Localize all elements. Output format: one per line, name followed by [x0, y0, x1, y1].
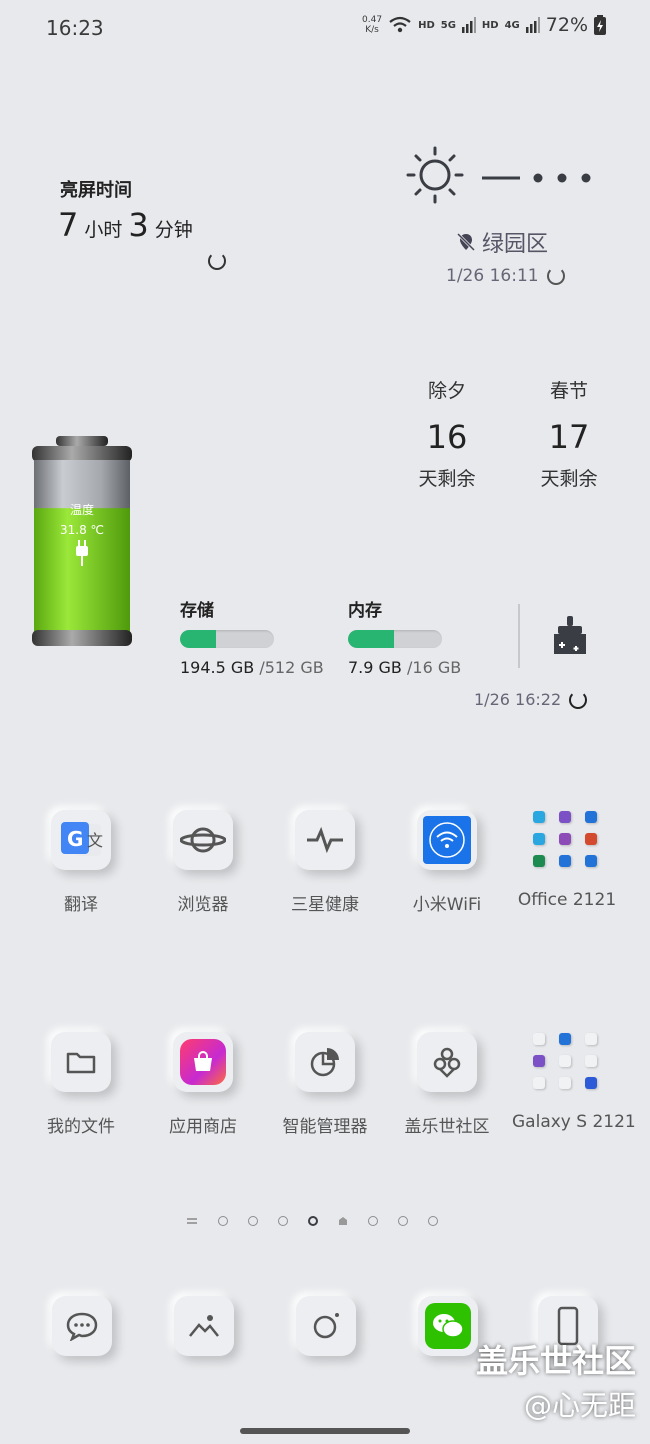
- page-dot[interactable]: [248, 1216, 258, 1226]
- storage-title: 存储: [180, 601, 214, 621]
- app-mi-wifi[interactable]: 小米WiFi: [392, 810, 502, 915]
- translate-icon: G文: [51, 810, 111, 870]
- status-time: 16:23: [46, 16, 104, 40]
- countdown-days-2: 17: [548, 418, 590, 456]
- wifi-icon: [417, 810, 477, 870]
- hd-badge: HD: [418, 19, 435, 31]
- signal-5g-icon: 5G: [440, 19, 456, 31]
- cleaner-broom-icon[interactable]: [552, 616, 588, 656]
- sun-icon: [406, 146, 464, 204]
- weather-updated: 1/26 16:11: [446, 266, 565, 286]
- page-indicator[interactable]: [186, 1216, 438, 1226]
- app-samsung-health[interactable]: 三星健康: [270, 810, 380, 915]
- folder-office[interactable]: Office 2121: [512, 800, 622, 910]
- health-icon: [295, 810, 355, 870]
- files-icon: [51, 1032, 111, 1092]
- plug-icon: [76, 540, 88, 566]
- app-label: 浏览器: [177, 895, 229, 915]
- page-dot[interactable]: [368, 1216, 378, 1226]
- watermark-title: 盖乐世社区: [475, 1342, 636, 1380]
- battery-charging-icon: [594, 15, 606, 35]
- countdown-name-2: 春节: [549, 380, 588, 402]
- page-dot[interactable]: [278, 1216, 288, 1226]
- app-my-files[interactable]: 我的文件: [26, 1032, 136, 1137]
- svg-text:文: 文: [87, 831, 103, 850]
- battery-percent: 72%: [545, 14, 588, 36]
- location-off-icon: [456, 232, 476, 252]
- app-label: 智能管理器: [282, 1117, 368, 1137]
- divider: [518, 604, 520, 668]
- storage-text: 194.5 GB /512 GB: [180, 658, 324, 677]
- countdown-days-1: 16: [426, 418, 468, 456]
- menu-page-icon: [187, 1218, 197, 1224]
- folder-galaxy[interactable]: Galaxy S 2121: [512, 1022, 636, 1132]
- memory-bar-fill: [348, 630, 395, 648]
- page-dot-active[interactable]: [308, 1216, 318, 1226]
- home-page-icon[interactable]: [338, 1216, 348, 1226]
- app-device-care[interactable]: 智能管理器: [270, 1032, 380, 1137]
- weather-location[interactable]: 绿园区: [456, 226, 548, 258]
- app-label: 翻译: [64, 895, 98, 915]
- app-label: Galaxy S 2121: [512, 1112, 636, 1132]
- folder-icon: [528, 800, 606, 878]
- browser-icon: [173, 810, 233, 870]
- signal-bars-icon-2: [525, 17, 540, 33]
- memory-text: 7.9 GB /16 GB: [348, 658, 462, 677]
- memory-title: 内存: [348, 601, 382, 621]
- storage-bar-fill: [180, 630, 216, 648]
- countdown-name-1: 除夕: [427, 380, 466, 402]
- app-label: Office 2121: [517, 890, 617, 910]
- app-label: 我的文件: [47, 1117, 115, 1137]
- folder-icon: [528, 1022, 606, 1100]
- page-dot[interactable]: [428, 1216, 438, 1226]
- app-translate[interactable]: G文 翻译: [26, 810, 136, 915]
- memory-updated: 1/26 16:22: [474, 690, 588, 709]
- camera-icon[interactable]: [296, 1296, 356, 1356]
- wifi-status-icon: [389, 16, 411, 33]
- signal-bars-icon: [461, 17, 476, 33]
- wechat-icon[interactable]: [418, 1296, 478, 1356]
- memory-bar: [348, 630, 442, 648]
- memory-refresh-icon[interactable]: [569, 690, 588, 709]
- countdown-suffix-2: 天剩余: [540, 468, 598, 490]
- page-dot[interactable]: [398, 1216, 408, 1226]
- hd-badge-2: HD: [481, 19, 499, 31]
- app-label: 盖乐世社区: [404, 1117, 490, 1137]
- messages-icon[interactable]: [52, 1296, 112, 1356]
- store-icon: [173, 1032, 233, 1092]
- screen-time-title: 亮屏时间: [60, 180, 132, 201]
- battery-temperature: 温度 31.8 ℃: [30, 500, 134, 572]
- app-galaxy-community[interactable]: 盖乐世社区: [392, 1032, 502, 1137]
- gallery-icon[interactable]: [174, 1296, 234, 1356]
- weather-refresh-icon[interactable]: [546, 267, 565, 285]
- countdown-suffix-1: 天剩余: [418, 468, 476, 490]
- app-galaxy-store[interactable]: 应用商店: [148, 1032, 258, 1137]
- watermark-author: @心无距: [523, 1389, 636, 1422]
- app-label: 应用商店: [169, 1117, 237, 1137]
- home-indicator[interactable]: [240, 1428, 410, 1434]
- storage-bar: [180, 630, 274, 648]
- page-dot[interactable]: [218, 1216, 228, 1226]
- svg-text:G: G: [67, 827, 83, 851]
- app-label: 小米WiFi: [412, 895, 482, 915]
- signal-4g-icon: 4G: [504, 19, 520, 31]
- community-icon: [417, 1032, 477, 1092]
- screen-time-value: 7 小时 3 分钟: [58, 206, 193, 244]
- status-icons: 0.47 K/s HD 5G HD 4G 72%: [362, 14, 606, 36]
- manager-icon: [295, 1032, 355, 1092]
- temperature-placeholder: [482, 173, 591, 183]
- app-browser[interactable]: 浏览器: [148, 810, 258, 915]
- net-speed: 0.47 K/s: [362, 15, 383, 35]
- app-label: 三星健康: [291, 895, 359, 915]
- screen-time-refresh-icon[interactable]: [208, 252, 226, 270]
